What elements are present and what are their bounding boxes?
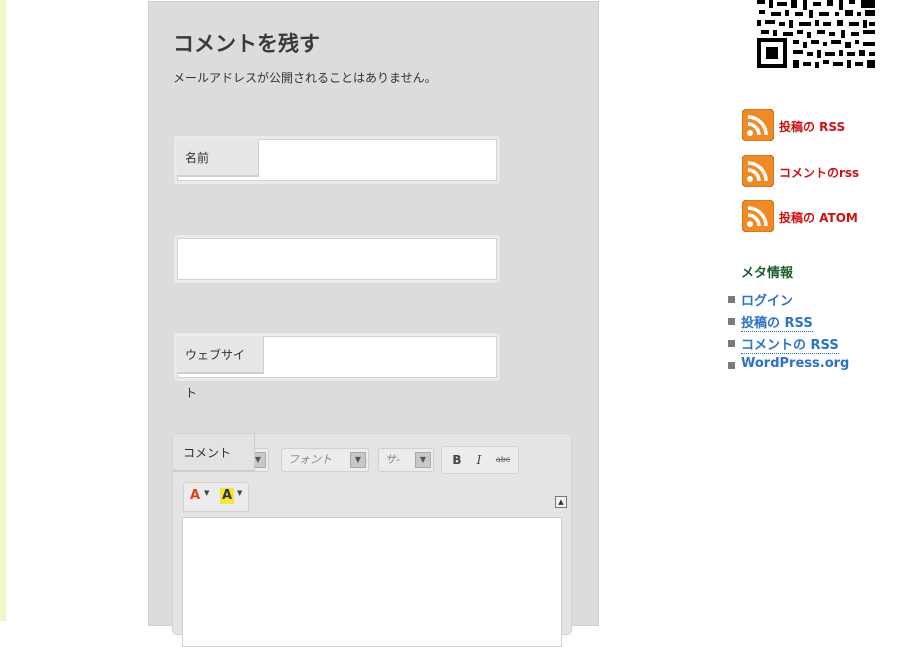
strikethrough-icon[interactable]: abc [494,451,512,469]
email-input[interactable] [177,238,497,280]
color-group: A ▼ A ▼ [183,482,249,512]
font-select-value: フォント [288,453,332,466]
bold-icon[interactable]: B [448,451,466,469]
collapse-icon[interactable]: ▲ [555,496,567,508]
text-color-icon[interactable]: A [190,488,200,504]
website-field[interactable]: ウェブサイト [173,332,501,400]
size-select-value: サ- [385,453,400,466]
meta-section-title: メタ情報 [741,266,794,281]
name-field[interactable]: 名前 [173,135,501,185]
feed-comments-rss-label: コメントのrss [779,166,860,180]
comments-rss-link[interactable]: コメントの RSS [741,334,839,354]
feed-posts-atom-label: 投稿の ATOM [779,211,858,225]
posts-rss-link[interactable]: 投稿の RSS [741,312,813,332]
chevron-down-icon: ▼ [350,452,366,468]
login-link[interactable]: ログイン [741,290,793,309]
qr-code-icon [757,0,875,68]
left-border-stripe [0,0,6,621]
comment-form-title: コメントを残す [173,32,320,56]
rss-icon [742,109,774,141]
bullet-icon [728,318,735,325]
font-select[interactable]: フォント ▼ [281,448,369,472]
italic-icon[interactable]: I [470,451,488,469]
chevron-down-icon: ▼ [415,452,431,468]
size-select[interactable]: サ- ▼ [378,448,434,472]
name-label: 名前 [177,139,259,177]
rss-icon [742,155,774,187]
comment-label: コメント [173,434,255,472]
bullet-icon [728,340,735,347]
highlight-icon[interactable]: A [220,488,234,504]
chevron-down-icon: ▼ [204,489,210,497]
website-label: ウェブサイト [177,336,264,400]
text-style-group: B I abc [441,446,519,474]
feed-posts-rss-label: 投稿の RSS [779,120,846,134]
bullet-icon [728,296,735,303]
email-field[interactable] [173,234,501,284]
chevron-down-icon: ▼ [237,489,243,497]
rss-icon [742,200,774,232]
comment-editor: コメント ▼ フォント ▼ サ- ▼ B I abc A ▼ A ▼ ▲ [173,434,571,647]
bullet-icon [728,362,735,369]
comment-textarea[interactable] [182,517,562,647]
comment-form: コメントを残す メールアドレスが公開されることはありません。 名前 ウェブサイト… [148,1,599,647]
email-notice: メールアドレスが公開されることはありません。 [173,71,437,85]
wordpress-org-link[interactable]: WordPress.org [741,356,849,371]
